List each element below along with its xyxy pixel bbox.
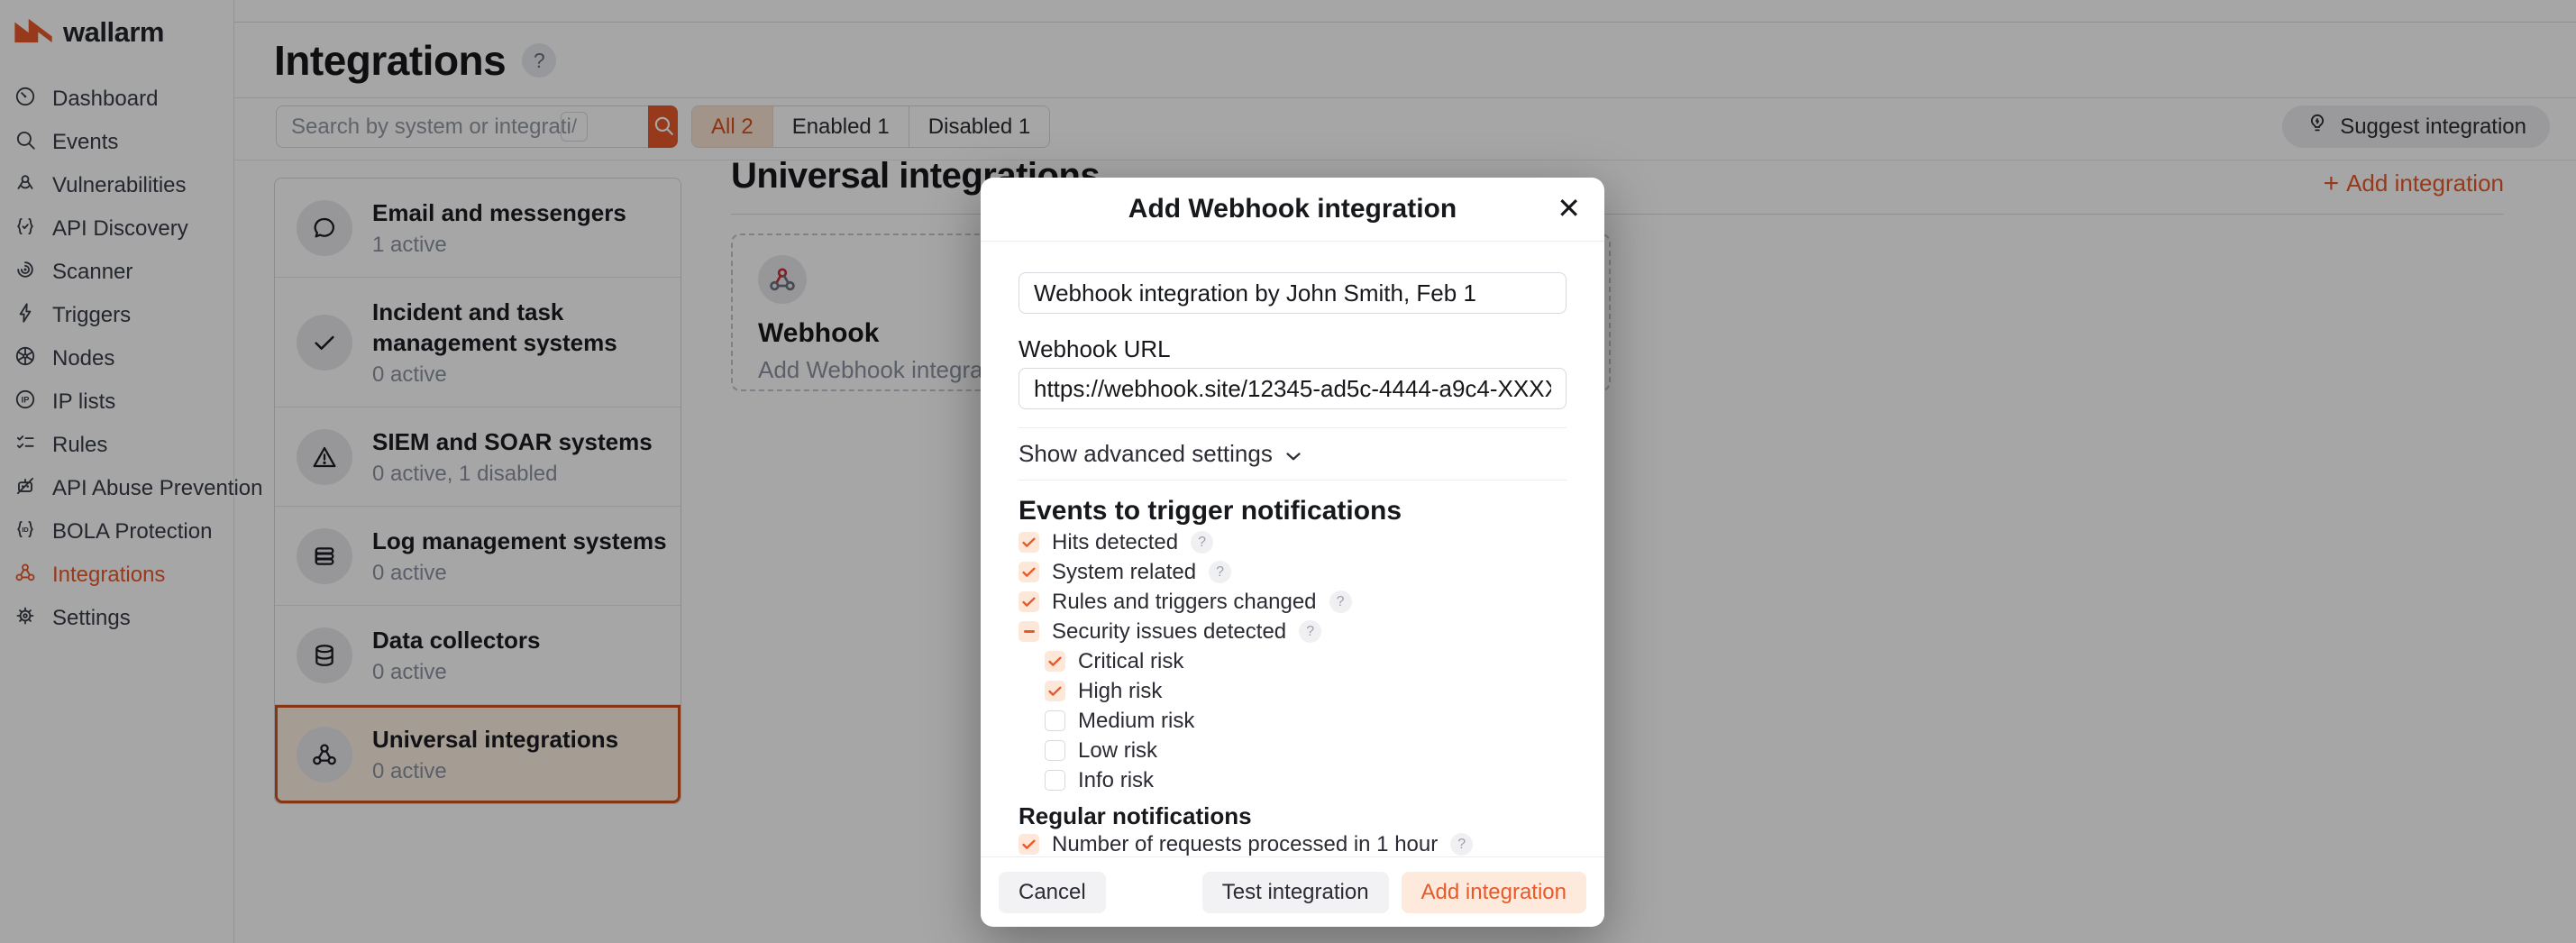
checkbox-checked[interactable]: [1019, 562, 1039, 582]
regular-notifications-heading: Regular notifications: [1019, 802, 1567, 829]
show-advanced-settings-toggle[interactable]: Show advanced settings: [1019, 428, 1567, 481]
checkbox-unchecked[interactable]: [1045, 770, 1065, 791]
test-integration-button[interactable]: Test integration: [1202, 872, 1389, 913]
checkbox-security-issues-detected[interactable]: Security issues detected ?: [1019, 617, 1567, 646]
checkbox-rules-triggers-changed[interactable]: Rules and triggers changed ?: [1019, 587, 1567, 617]
webhook-url-label: Webhook URL: [1019, 335, 1567, 362]
help-icon[interactable]: ?: [1191, 531, 1213, 554]
checkbox-checked[interactable]: [1019, 834, 1039, 855]
checkbox-high-risk[interactable]: High risk: [1045, 676, 1567, 706]
help-icon[interactable]: ?: [1329, 591, 1352, 613]
close-icon[interactable]: ✕: [1557, 192, 1581, 224]
checkbox-checked[interactable]: [1019, 532, 1039, 553]
checkbox-unchecked[interactable]: [1045, 710, 1065, 731]
checkbox-hits-detected[interactable]: Hits detected ?: [1019, 527, 1567, 557]
modal-footer: Cancel Test integration Add integration: [981, 856, 1604, 927]
modal-body: Webhook URL Show advanced settings Event…: [981, 242, 1604, 859]
add-integration-button[interactable]: Add integration: [1402, 872, 1586, 913]
add-webhook-modal: Add Webhook integration ✕ Webhook URL Sh…: [981, 178, 1604, 927]
events-heading: Events to trigger notifications: [1019, 495, 1567, 527]
modal-header: Add Webhook integration ✕: [981, 178, 1604, 242]
checkbox-system-related[interactable]: System related ?: [1019, 557, 1567, 587]
checkbox-checked[interactable]: [1045, 651, 1065, 672]
cancel-button[interactable]: Cancel: [999, 872, 1106, 913]
checkbox-indeterminate[interactable]: [1019, 621, 1039, 642]
app-root: wallarm Dashboard Events Vulnerabilities…: [0, 0, 2576, 943]
modal-title: Add Webhook integration: [1128, 194, 1457, 224]
checkbox-checked[interactable]: [1045, 681, 1065, 701]
integration-name-input[interactable]: [1019, 272, 1567, 314]
webhook-url-input[interactable]: [1019, 368, 1567, 409]
checkbox-requests-per-hour[interactable]: Number of requests processed in 1 hour ?: [1019, 829, 1567, 859]
checkbox-critical-risk[interactable]: Critical risk: [1045, 646, 1567, 676]
checkbox-checked[interactable]: [1019, 591, 1039, 612]
checkbox-info-risk[interactable]: Info risk: [1045, 765, 1567, 795]
checkbox-low-risk[interactable]: Low risk: [1045, 736, 1567, 765]
checkbox-medium-risk[interactable]: Medium risk: [1045, 706, 1567, 736]
help-icon[interactable]: ?: [1209, 561, 1231, 583]
chevron-down-icon: [1285, 440, 1302, 468]
help-icon[interactable]: ?: [1450, 833, 1473, 856]
checkbox-unchecked[interactable]: [1045, 740, 1065, 761]
help-icon[interactable]: ?: [1299, 620, 1321, 643]
